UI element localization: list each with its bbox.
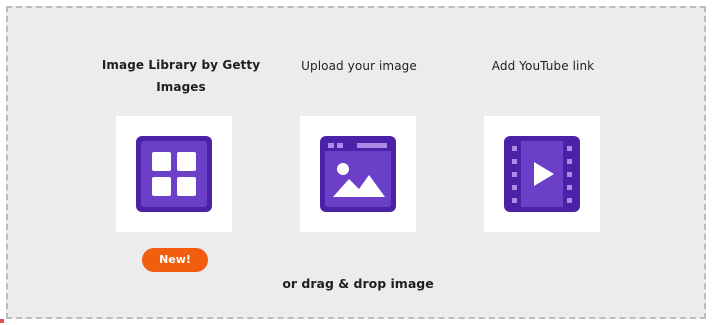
- youtube-link-label: Add YouTube link: [491, 59, 595, 73]
- image-upload-icon: [320, 136, 396, 212]
- new-badge: New!: [142, 248, 208, 272]
- video-play-icon: [504, 136, 580, 212]
- getty-library-label: Image Library by Getty Images: [101, 58, 261, 94]
- upload-image-label: Upload your image: [301, 59, 417, 73]
- getty-library-button[interactable]: [116, 116, 232, 232]
- grid-icon: [136, 136, 212, 212]
- upload-image-button[interactable]: [300, 116, 416, 232]
- youtube-link-button[interactable]: [484, 116, 600, 232]
- corner-marker: [0, 319, 4, 323]
- image-dropzone[interactable]: Image Library by Getty Images New! Uploa…: [6, 6, 706, 319]
- drag-drop-hint: or drag & drop image: [282, 276, 434, 291]
